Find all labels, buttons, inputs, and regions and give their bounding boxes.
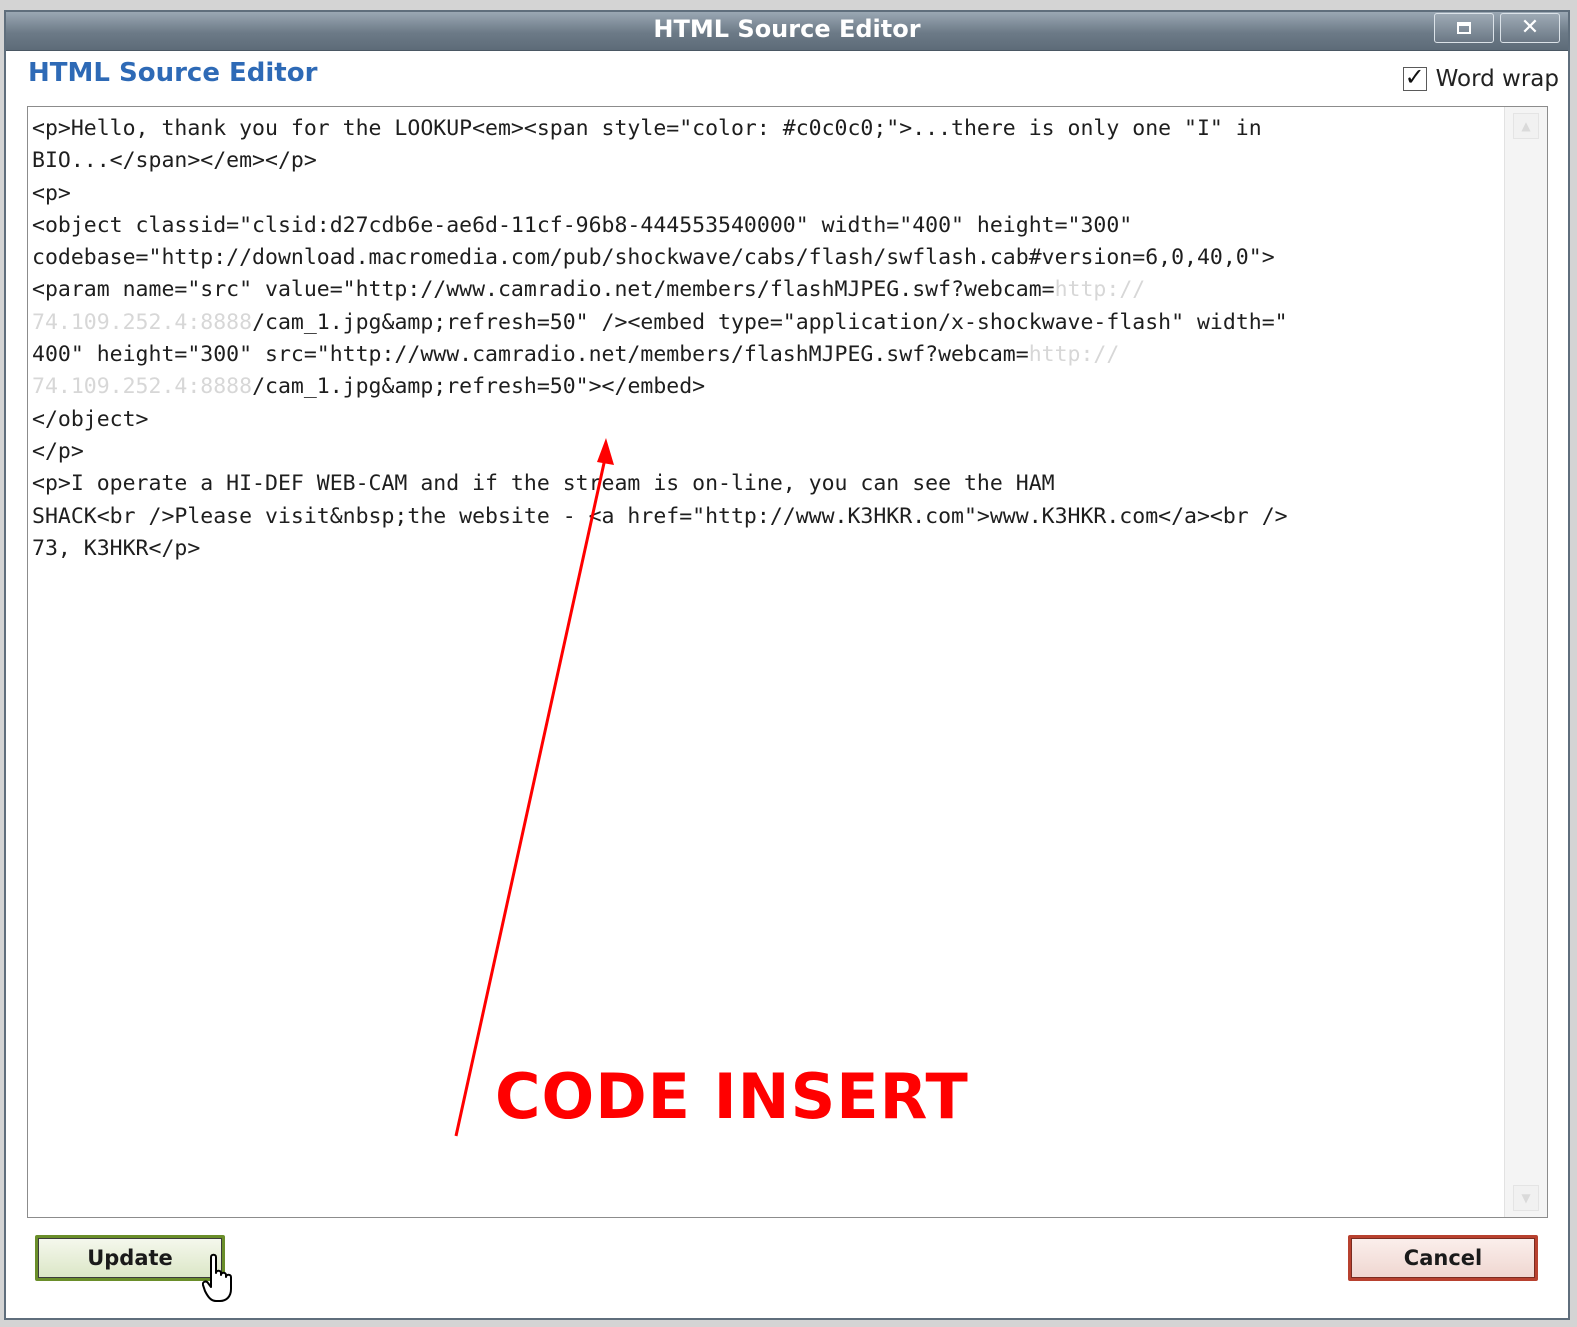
- annotation-label: CODE INSERT: [495, 1060, 969, 1133]
- update-button[interactable]: Update: [35, 1235, 225, 1281]
- hand-cursor-icon: [202, 1253, 232, 1302]
- cancel-button[interactable]: Cancel: [1348, 1235, 1538, 1281]
